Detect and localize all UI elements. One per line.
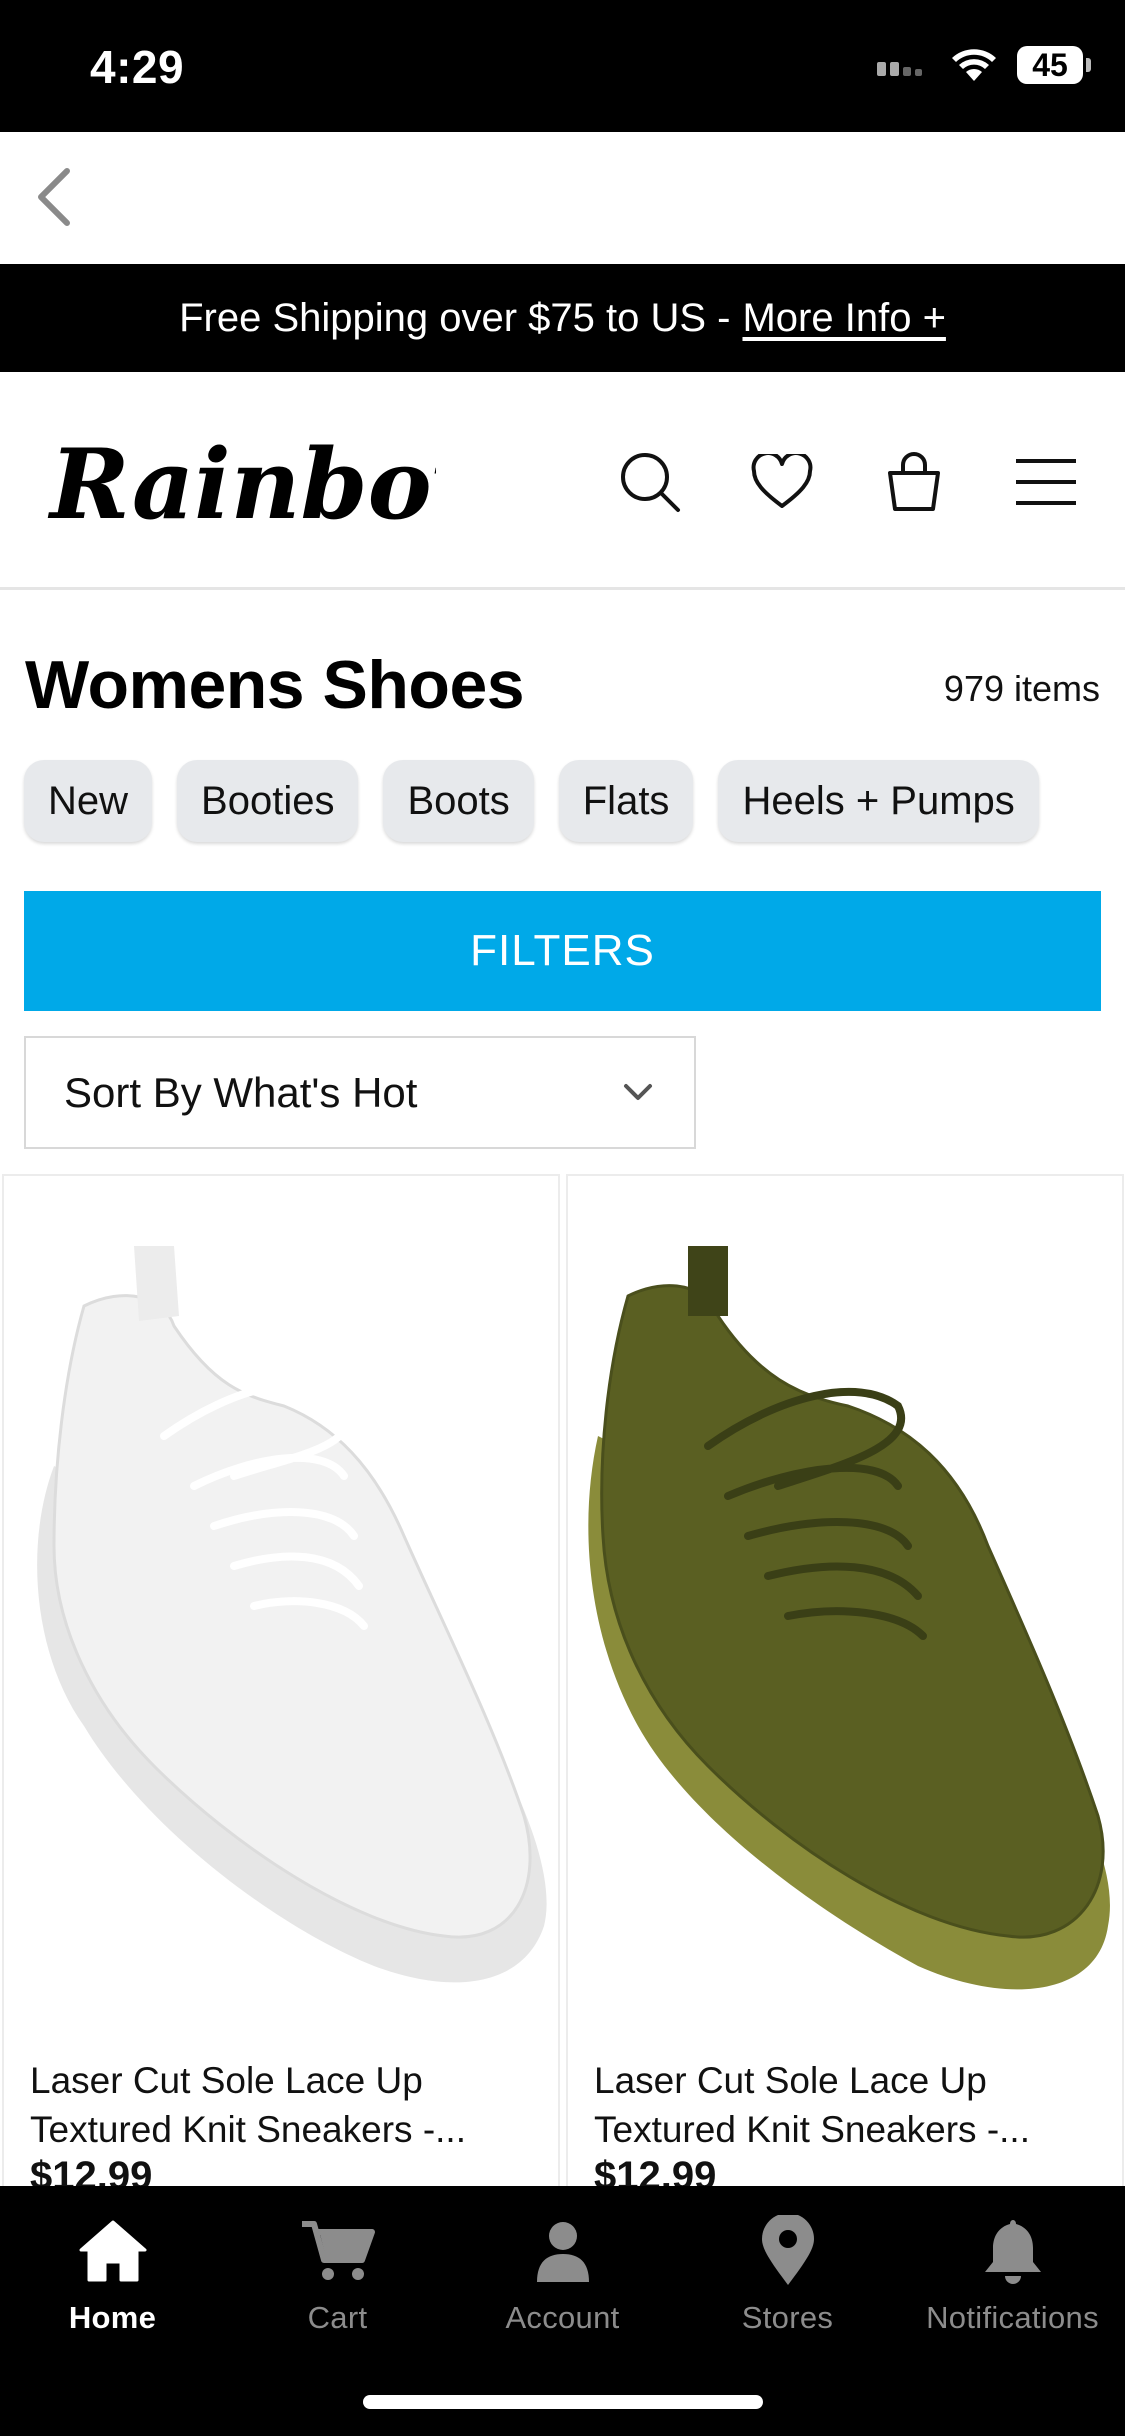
product-price: $12.99 (30, 2154, 153, 2186)
chip-heels-pumps[interactable]: Heels + Pumps (718, 760, 1039, 842)
product-price: $12.99 (594, 2154, 717, 2186)
chip-new[interactable]: New (24, 760, 153, 842)
shopping-bag-icon (888, 452, 940, 511)
tab-cart[interactable]: Cart (225, 2210, 450, 2350)
hamburger-menu-icon (1016, 459, 1076, 505)
product-grid: Laser Cut Sole Lace Up Textured Knit Sne… (0, 1174, 1125, 2186)
search-icon (621, 453, 680, 512)
category-chips: New Booties Boots Flats Heels + Pumps (24, 760, 1039, 842)
tab-label: Account (505, 2300, 620, 2335)
tab-label: Stores (741, 2300, 834, 2335)
product-name: Laser Cut Sole Lace Up Textured Knit Sne… (30, 2056, 540, 2154)
tab-label: Notifications (926, 2300, 1099, 2335)
bag-button[interactable] (876, 444, 952, 520)
location-pin-icon (761, 2215, 814, 2285)
signal-icon (877, 62, 922, 76)
promo-text: Free Shipping over $75 to US - (179, 295, 731, 340)
home-indicator (363, 2395, 763, 2409)
tab-notifications[interactable]: Notifications (900, 2210, 1125, 2350)
product-name: Laser Cut Sole Lace Up Textured Knit Sne… (594, 2056, 1104, 2154)
site-header: Rainbow (0, 372, 1125, 590)
chip-booties[interactable]: Booties (177, 760, 359, 842)
product-image (14, 1206, 550, 2186)
nav-bar (0, 132, 1125, 264)
tab-account[interactable]: Account (450, 2210, 675, 2350)
home-icon (79, 2220, 146, 2282)
product-card[interactable]: Laser Cut Sole Lace Up Textured Knit Sne… (566, 1174, 1124, 2186)
product-card[interactable]: Laser Cut Sole Lace Up Textured Knit Sne… (2, 1174, 560, 2186)
logo-text: Rainbow (47, 430, 436, 540)
cart-icon (301, 2221, 375, 2280)
sort-select-value: Sort By What's Hot (64, 1068, 418, 1116)
rainbow-logo[interactable]: Rainbow (46, 430, 436, 540)
sneaker-image (588, 1246, 1110, 1990)
sort-select[interactable]: Sort By What's Hot (24, 1036, 696, 1149)
page-title: Womens Shoes (25, 647, 525, 723)
status-bar: 4:29 45 (0, 0, 1125, 132)
chevron-left-icon (38, 168, 70, 226)
product-name-line: Textured Knit Sneakers -... (30, 2109, 466, 2150)
account-icon (536, 2222, 589, 2282)
product-image (578, 1206, 1114, 2186)
more-info-link[interactable]: More Info + (742, 296, 945, 341)
product-name-line: Laser Cut Sole Lace Up (30, 2060, 423, 2101)
tab-label: Home (68, 2300, 157, 2335)
wifi-icon (952, 49, 996, 81)
tab-home[interactable]: Home (0, 2210, 225, 2350)
item-count: 979 items (943, 668, 1100, 709)
menu-button[interactable] (1008, 444, 1084, 520)
search-button[interactable] (612, 444, 688, 520)
wishlist-button[interactable] (744, 444, 820, 520)
chevron-down-icon (624, 1084, 652, 1100)
product-name-line: Textured Knit Sneakers -... (594, 2109, 1030, 2150)
filters-button[interactable]: FILTERS (24, 891, 1101, 1011)
status-time: 4:29 (90, 41, 185, 93)
product-name-line: Laser Cut Sole Lace Up (594, 2060, 987, 2101)
battery-icon: 45 (1017, 46, 1091, 84)
tab-label: Cart (307, 2300, 368, 2335)
heart-icon (751, 454, 813, 508)
chip-flats[interactable]: Flats (558, 760, 694, 842)
promo-banner: Free Shipping over $75 to US - More Info… (0, 264, 1125, 372)
back-button[interactable] (18, 162, 88, 232)
sneaker-image (37, 1246, 547, 1983)
bell-icon (984, 2220, 1041, 2284)
status-indicators: 45 (877, 46, 1091, 84)
tab-stores[interactable]: Stores (675, 2210, 900, 2350)
chip-boots[interactable]: Boots (383, 760, 534, 842)
